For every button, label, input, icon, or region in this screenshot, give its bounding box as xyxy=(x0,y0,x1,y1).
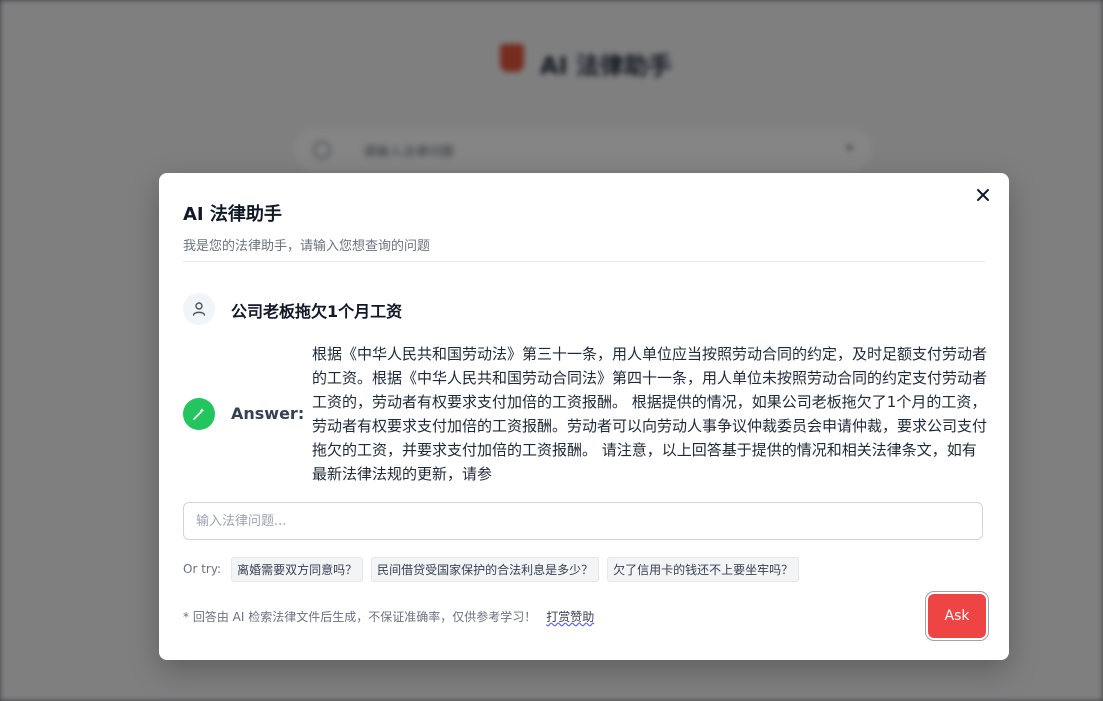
suggestion-chip[interactable]: 欠了信用卡的钱还不上要坐牢吗？ xyxy=(607,556,800,582)
ask-button[interactable]: Ask xyxy=(928,594,986,638)
close-icon-graphic xyxy=(977,189,989,201)
user-avatar xyxy=(183,293,215,325)
sponsor-link[interactable]: 打赏赞助 xyxy=(546,608,594,625)
user-icon xyxy=(192,302,206,316)
disclaimer-text: * 回答由 AI 检索法律文件后生成，不保证准确率，仅供参考学习！ xyxy=(183,610,537,624)
question-input[interactable] xyxy=(183,502,983,540)
answer-label: Answer: xyxy=(231,404,305,423)
close-icon[interactable] xyxy=(973,187,993,207)
suggestions-row: Or try: 离婚需要双方同意吗？ 民间借贷受国家保护的合法利息是多少？ 欠了… xyxy=(183,556,800,582)
header-divider xyxy=(183,261,985,262)
suggestion-chip[interactable]: 民间借贷受国家保护的合法利息是多少？ xyxy=(371,556,600,582)
answer-text: 根据《中华人民共和国劳动法》第三十一条，用人单位应当按照劳动合同的约定，及时足额… xyxy=(312,345,988,483)
suggestion-chip[interactable]: 离婚需要双方同意吗？ xyxy=(231,556,364,582)
disclaimer: * 回答由 AI 检索法律文件后生成，不保证准确率，仅供参考学习！ 打赏赞助 xyxy=(183,608,594,625)
try-label: Or try: xyxy=(183,562,222,576)
user-question: 公司老板拖欠1个月工资 xyxy=(231,302,403,321)
dialog-title: AI 法律助手 xyxy=(183,204,282,225)
dialog-subtitle: 我是您的法律助手，请输入您想查询的问题 xyxy=(183,239,431,254)
assistant-avatar xyxy=(183,398,215,430)
magic-wand-icon xyxy=(193,408,205,420)
legal-assistant-dialog: AI 法律助手 我是您的法律助手，请输入您想查询的问题 公司老板拖欠1个月工资 … xyxy=(159,173,1009,660)
